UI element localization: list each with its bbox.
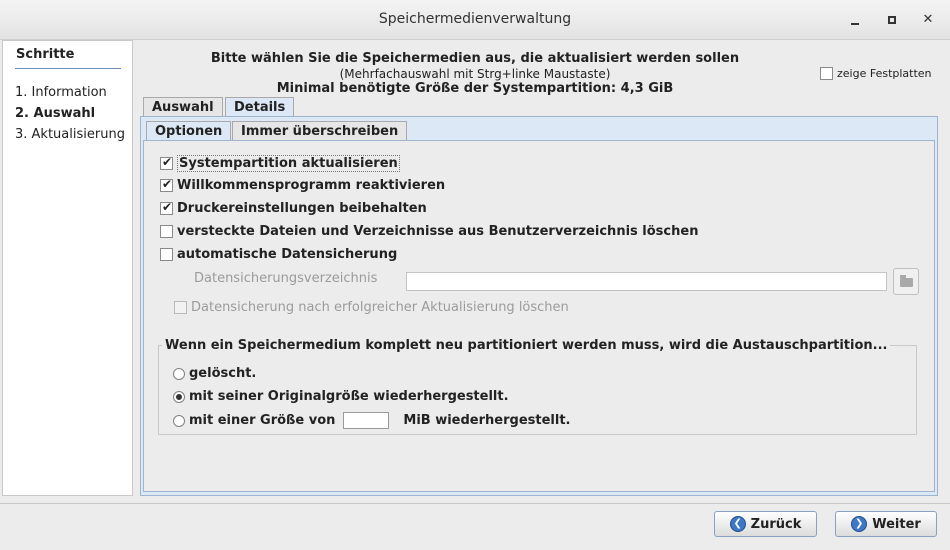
window-title: Speichermedienverwaltung bbox=[378, 11, 572, 27]
keep-printer-settings-checkbox[interactable] bbox=[160, 200, 173, 215]
partition-custom-suffix: MiB wiederhergestellt. bbox=[403, 413, 571, 428]
option-delete-backup-after[interactable]: Datensicherung nach erfolgreicher Aktual… bbox=[174, 300, 569, 315]
show-disks-label: zeige Festplatten bbox=[837, 67, 932, 80]
instruction-hint: (Mehrfachauswahl mit Strg+linke Maustast… bbox=[339, 67, 611, 81]
option-partition-original[interactable]: mit seiner Originalgröße wiederhergestel… bbox=[173, 389, 509, 404]
steps-header: Schritte bbox=[16, 47, 75, 62]
update-system-partition-checkbox[interactable] bbox=[160, 155, 173, 170]
folder-icon bbox=[900, 275, 913, 287]
option-update-system-partition[interactable]: Systempartition aktualisieren bbox=[160, 155, 400, 172]
footer-divider bbox=[0, 503, 950, 504]
maximize-button[interactable] bbox=[882, 10, 902, 30]
tab-immer-ueberschreiben[interactable]: Immer überschreiben bbox=[232, 121, 408, 141]
delete-hidden-files-label: versteckte Dateien und Verzeichnisse aus… bbox=[177, 224, 699, 239]
step-aktualisierung: 3. Aktualisierung bbox=[15, 127, 125, 142]
instruction-title: Bitte wählen Sie die Speichermedien aus,… bbox=[210, 51, 740, 66]
close-icon: ✕ bbox=[922, 12, 934, 27]
option-auto-backup[interactable]: automatische Datensicherung bbox=[160, 247, 397, 262]
delete-backup-after-checkbox[interactable] bbox=[174, 301, 187, 314]
close-button[interactable]: ✕ bbox=[918, 10, 938, 30]
next-button[interactable]: ❯ Weiter bbox=[835, 511, 937, 537]
steps-panel: Schritte 1. Information 2. Auswahl 3. Ak… bbox=[2, 40, 133, 496]
delete-hidden-files-checkbox[interactable] bbox=[160, 225, 173, 238]
min-size-info: Minimal benötigte Größe der Systempartit… bbox=[276, 81, 674, 96]
partition-size-field[interactable] bbox=[343, 412, 390, 429]
minimize-icon bbox=[851, 22, 859, 25]
minimize-button[interactable] bbox=[845, 10, 865, 30]
maximize-icon bbox=[888, 15, 896, 24]
partition-custom-prefix: mit einer Größe von bbox=[189, 413, 336, 428]
delete-backup-after-label: Datensicherung nach erfolgreicher Aktual… bbox=[191, 300, 569, 315]
partition-original-radio[interactable] bbox=[173, 390, 185, 403]
tab-auswahl[interactable]: Auswahl bbox=[143, 97, 223, 117]
backup-dir-label: Datensicherungsverzeichnis bbox=[194, 271, 378, 286]
step-information: 1. Information bbox=[15, 85, 107, 100]
option-delete-hidden-files[interactable]: versteckte Dateien und Verzeichnisse aus… bbox=[160, 224, 698, 239]
title-bar: Speichermedienverwaltung ✕ bbox=[0, 0, 950, 40]
backup-dir-field[interactable] bbox=[406, 272, 887, 291]
partition-deleted-radio[interactable] bbox=[173, 367, 185, 380]
back-button[interactable]: ❮ Zurück bbox=[714, 511, 817, 537]
update-system-partition-label: Systempartition aktualisieren bbox=[177, 155, 400, 172]
show-disks-checkbox[interactable] bbox=[820, 67, 833, 80]
partition-deleted-label: gelöscht. bbox=[189, 366, 257, 381]
keep-printer-settings-label: Druckereinstellungen beibehalten bbox=[177, 201, 427, 216]
browse-button[interactable] bbox=[893, 268, 919, 295]
show-disks-toggle[interactable]: zeige Festplatten bbox=[820, 67, 932, 80]
partition-custom-radio[interactable] bbox=[173, 414, 185, 427]
tab-details[interactable]: Details bbox=[225, 97, 295, 117]
option-reactivate-welcome[interactable]: Willkommensprogramm reaktivieren bbox=[160, 177, 446, 193]
reactivate-welcome-checkbox[interactable] bbox=[160, 177, 173, 192]
option-partition-custom[interactable]: mit einer Größe von MiB wiederhergestell… bbox=[173, 412, 570, 429]
exchange-partition-legend: Wenn ein Speichermedium komplett neu par… bbox=[162, 338, 891, 353]
option-partition-deleted[interactable]: gelöscht. bbox=[173, 366, 256, 381]
steps-divider bbox=[15, 68, 121, 69]
reactivate-welcome-label: Willkommensprogramm reaktivieren bbox=[177, 178, 446, 193]
partition-original-label: mit seiner Originalgröße wiederhergestel… bbox=[189, 389, 509, 404]
arrow-right-icon: ❯ bbox=[851, 516, 868, 532]
step-auswahl: 2. Auswahl bbox=[15, 106, 96, 121]
auto-backup-checkbox[interactable] bbox=[160, 248, 173, 261]
auto-backup-label: automatische Datensicherung bbox=[177, 247, 398, 262]
arrow-left-icon: ❮ bbox=[729, 516, 746, 532]
next-label: Weiter bbox=[872, 516, 921, 532]
option-keep-printer-settings[interactable]: Druckereinstellungen beibehalten bbox=[160, 200, 427, 216]
back-label: Zurück bbox=[750, 516, 802, 532]
tab-optionen[interactable]: Optionen bbox=[146, 121, 232, 141]
